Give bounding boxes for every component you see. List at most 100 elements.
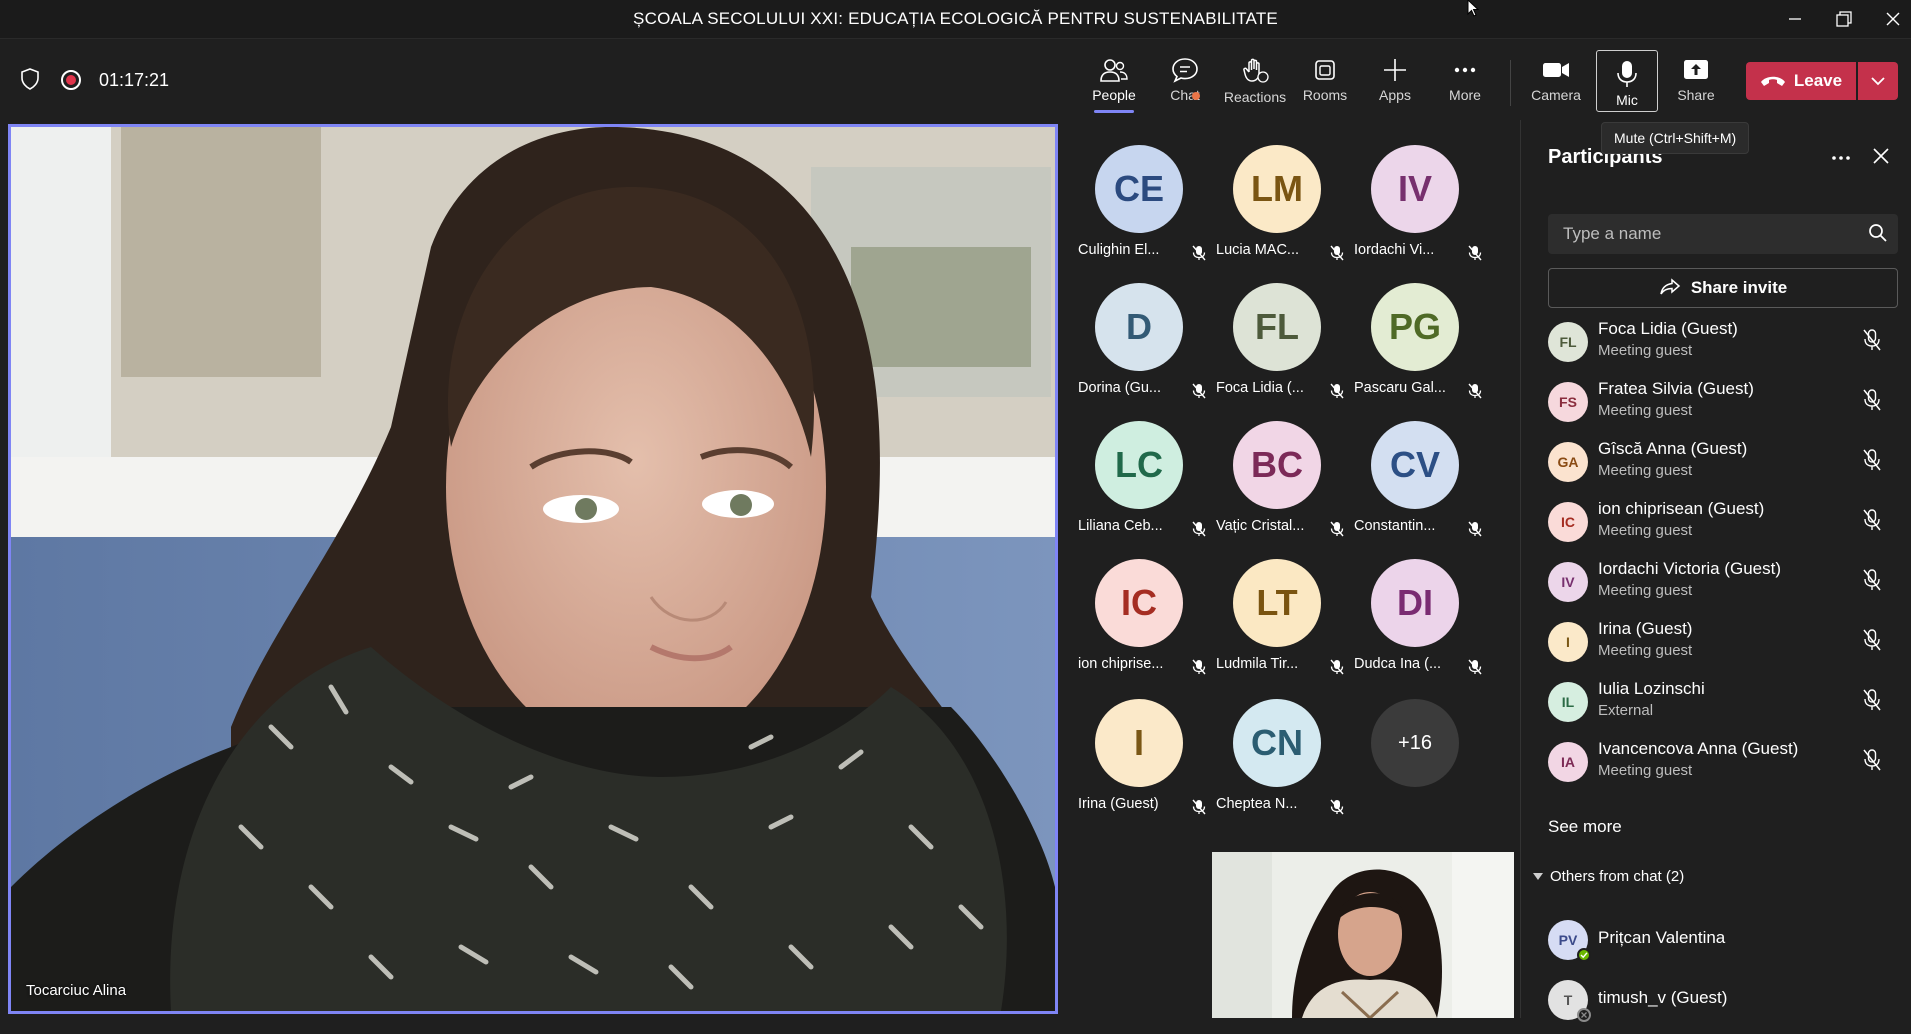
avatar: FL — [1233, 283, 1321, 371]
restore-icon[interactable] — [1821, 4, 1867, 34]
share-invite-button[interactable]: Share invite — [1548, 268, 1898, 308]
participant-row[interactable]: I Irina (Guest) Meeting guest — [1521, 616, 1911, 676]
participant-row[interactable]: IA Ivancencova Anna (Guest) Meeting gues… — [1521, 736, 1911, 796]
window-title: ȘCOALA SECOLULUI XXI: EDUCAȚIA ECOLOGICĂ… — [633, 9, 1278, 28]
available-status-icon — [1577, 948, 1591, 962]
chevron-down-icon — [1871, 77, 1885, 86]
close-panel-icon[interactable] — [1871, 146, 1891, 166]
grid-tile[interactable]: LM Lucia MAC... — [1208, 124, 1346, 261]
avatar: BC — [1233, 421, 1321, 509]
avatar: LC — [1095, 421, 1183, 509]
participant-row[interactable]: IC ion chiprisean (Guest) Meeting guest — [1521, 496, 1911, 556]
speaker-name-label: Tocarciuc Alina — [26, 982, 127, 999]
grid-tile[interactable]: BC Vațic Cristal... — [1208, 400, 1346, 537]
chat-participant-row[interactable]: PV Prițcan Valentina — [1521, 914, 1911, 974]
tile-name: ion chiprise... — [1078, 656, 1164, 672]
grid-overflow-tile[interactable]: +16 — [1346, 678, 1484, 808]
participant-search-input[interactable] — [1548, 214, 1898, 254]
people-button[interactable]: People — [1081, 48, 1147, 112]
grid-tile[interactable]: LT Ludmila Tir... — [1208, 538, 1346, 675]
mic-muted-icon[interactable] — [1862, 748, 1882, 772]
chat-button[interactable]: Chat — [1152, 48, 1218, 112]
participant-name: timush_v (Guest) — [1598, 988, 1728, 1007]
mic-muted-icon[interactable] — [1862, 508, 1882, 532]
leave-options-button[interactable] — [1858, 62, 1898, 100]
main-speaker-video[interactable]: Tocarciuc Alina — [8, 124, 1058, 1014]
participant-role: Meeting guest — [1598, 762, 1693, 779]
self-view-video[interactable] — [1212, 852, 1514, 1018]
mic-muted-icon[interactable] — [1862, 568, 1882, 592]
people-label: People — [1092, 87, 1136, 103]
tile-name: Foca Lidia (... — [1216, 380, 1304, 396]
avatar: GA — [1548, 442, 1588, 482]
window-title-bar: ȘCOALA SECOLULUI XXI: EDUCAȚIA ECOLOGICĂ… — [0, 0, 1911, 39]
avatar: I — [1548, 622, 1588, 662]
avatar: CE — [1095, 145, 1183, 233]
share-button[interactable]: Share — [1663, 48, 1729, 112]
rooms-button[interactable]: Rooms — [1292, 48, 1358, 112]
participant-row[interactable]: IV Iordachi Victoria (Guest) Meeting gue… — [1521, 556, 1911, 616]
avatar: IC — [1548, 502, 1588, 542]
mic-muted-icon — [1330, 521, 1344, 537]
avatar: LM — [1233, 145, 1321, 233]
grid-tile[interactable]: CN Cheptea N... — [1208, 678, 1346, 815]
grid-tile[interactable]: IC ion chiprise... — [1070, 538, 1208, 675]
others-from-chat-toggle[interactable]: Others from chat (2) — [1533, 868, 1684, 885]
mic-muted-icon[interactable] — [1862, 388, 1882, 412]
tile-name: Liliana Ceb... — [1078, 518, 1163, 534]
close-icon[interactable] — [1870, 4, 1911, 34]
see-more-link[interactable]: See more — [1548, 817, 1622, 837]
participant-name: Prițcan Valentina — [1598, 928, 1726, 947]
participant-name: Iulia Lozinschi — [1598, 679, 1705, 698]
mic-muted-icon[interactable] — [1862, 628, 1882, 652]
participant-row[interactable]: FS Fratea Silvia (Guest) Meeting guest — [1521, 376, 1911, 436]
tile-name: Constantin... — [1354, 518, 1436, 534]
microphone-icon — [1617, 61, 1637, 87]
tile-name: Iordachi Vi... — [1354, 242, 1435, 258]
caret-down-icon — [1533, 872, 1543, 880]
mic-muted-icon — [1330, 383, 1344, 399]
mic-muted-icon — [1192, 521, 1206, 537]
grid-tile[interactable]: CV Constantin... — [1346, 400, 1484, 537]
leave-button[interactable]: Leave — [1746, 62, 1856, 100]
camera-button[interactable]: Camera — [1523, 48, 1589, 112]
grid-tile[interactable]: CE Culighin El... — [1070, 124, 1208, 261]
grid-tile[interactable]: D Dorina (Gu... — [1070, 262, 1208, 399]
reactions-button[interactable]: Reactions — [1222, 48, 1288, 112]
apps-button[interactable]: Apps — [1362, 48, 1428, 112]
grid-tile[interactable]: PG Pascaru Gal... — [1346, 262, 1484, 399]
more-options-icon[interactable] — [1831, 148, 1851, 168]
mic-muted-icon — [1192, 799, 1206, 815]
mic-muted-icon[interactable] — [1862, 448, 1882, 472]
grid-tile[interactable]: IV Iordachi Vi... — [1346, 124, 1484, 261]
search-icon[interactable] — [1868, 223, 1888, 243]
share-screen-icon — [1684, 60, 1708, 79]
avatar: FL — [1548, 322, 1588, 362]
grid-tile[interactable]: LC Liliana Ceb... — [1070, 400, 1208, 537]
meeting-timer: 01:17:21 — [99, 70, 170, 90]
avatar: FS — [1548, 382, 1588, 422]
mic-muted-icon[interactable] — [1862, 688, 1882, 712]
offline-status-icon — [1577, 1008, 1591, 1022]
apps-label: Apps — [1379, 87, 1411, 103]
grid-tile[interactable]: FL Foca Lidia (... — [1208, 262, 1346, 399]
plus-icon — [1384, 59, 1406, 81]
mic-muted-icon — [1192, 383, 1206, 399]
recording-indicator-icon — [61, 70, 81, 90]
shield-icon — [21, 68, 39, 90]
more-button[interactable]: More — [1432, 48, 1498, 112]
participant-row[interactable]: FL Foca Lidia (Guest) Meeting guest — [1521, 316, 1911, 376]
share-invite-label: Share invite — [1690, 278, 1788, 297]
participant-role: Meeting guest — [1598, 522, 1693, 539]
minimize-icon[interactable] — [1772, 4, 1818, 34]
participant-row[interactable]: IL Iulia Lozinschi External — [1521, 676, 1911, 736]
mic-button[interactable]: Mic — [1596, 50, 1658, 112]
mic-muted-icon[interactable] — [1862, 328, 1882, 352]
grid-tile[interactable]: I Irina (Guest) — [1070, 678, 1208, 815]
participant-row[interactable]: GA Gîscă Anna (Guest) Meeting guest — [1521, 436, 1911, 496]
grid-tile[interactable]: DI Dudca Ina (... — [1346, 538, 1484, 675]
mic-muted-icon — [1330, 799, 1344, 815]
chat-participant-row[interactable]: T timush_v (Guest) — [1521, 974, 1911, 1034]
participant-role: Meeting guest — [1598, 642, 1693, 659]
participant-role: Meeting guest — [1598, 462, 1693, 479]
